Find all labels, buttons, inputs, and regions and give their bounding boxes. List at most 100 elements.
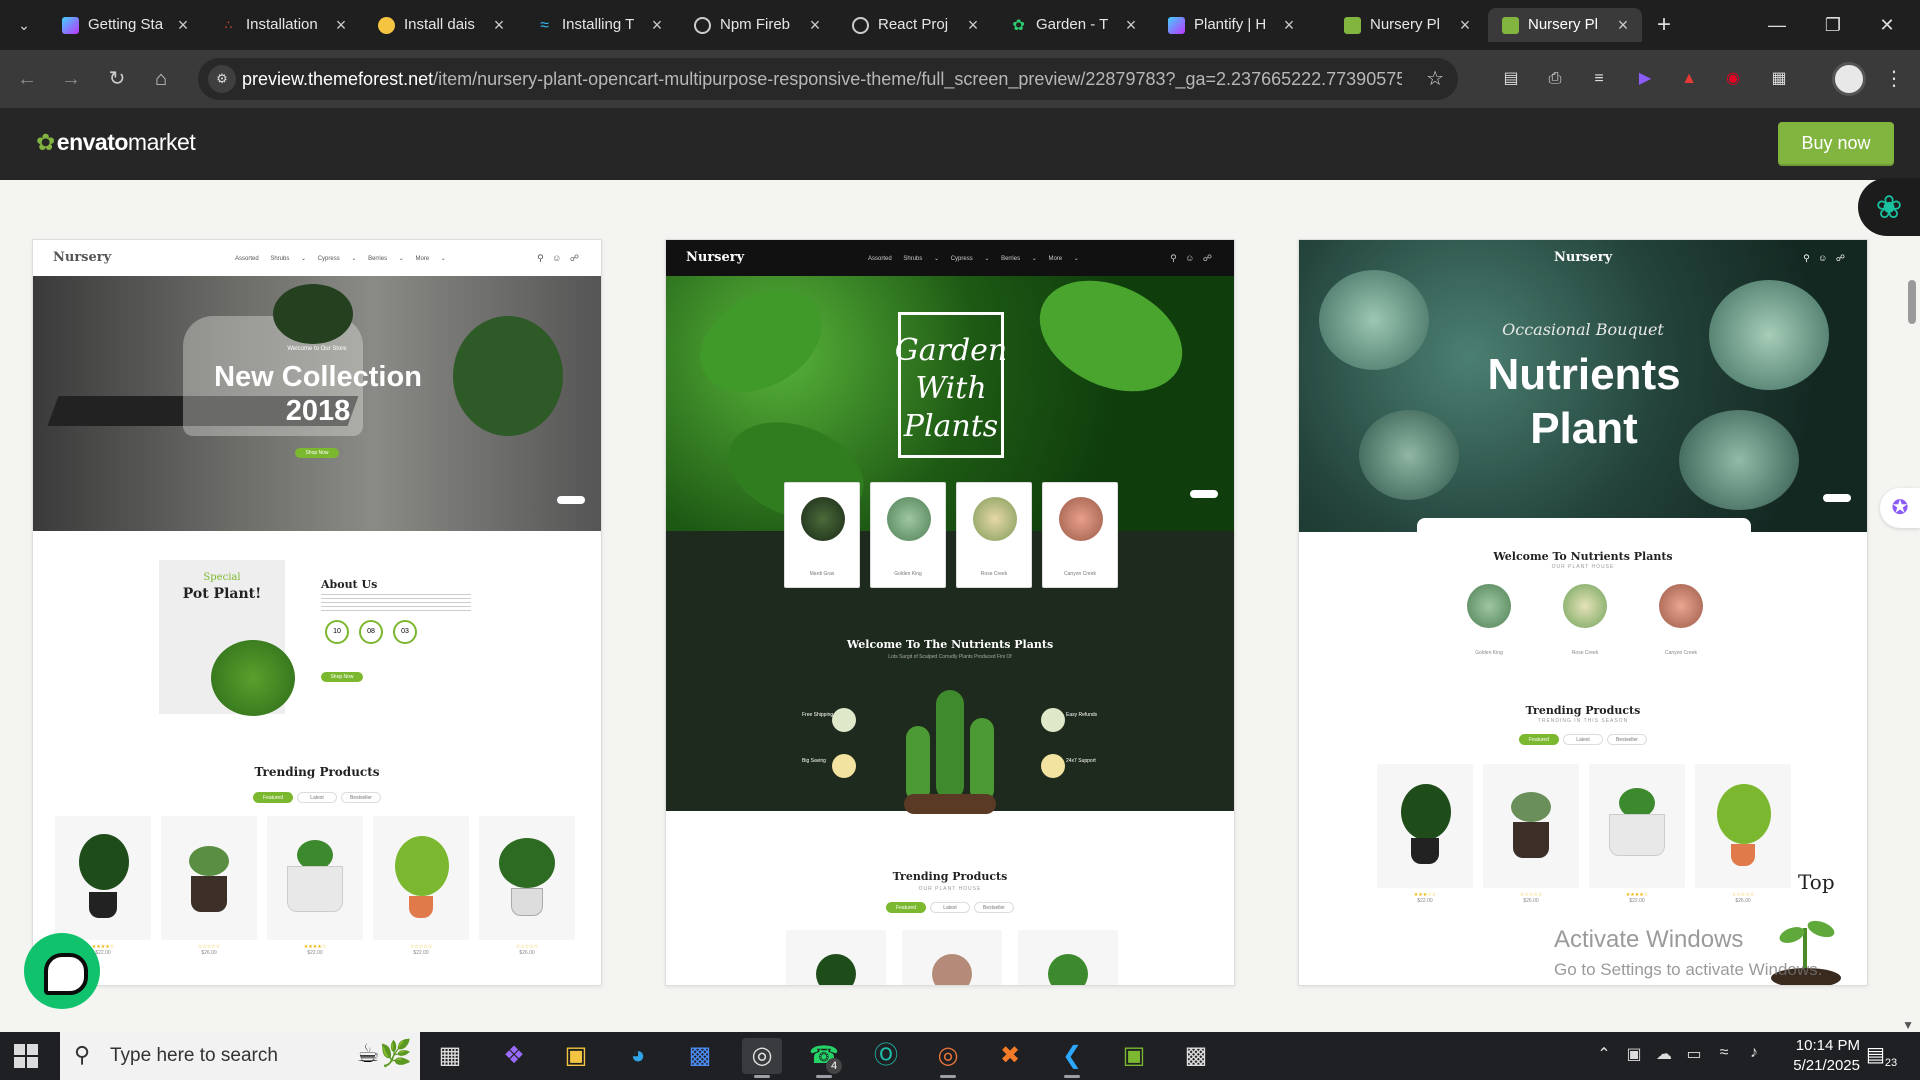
close-icon[interactable]: ×: [490, 8, 508, 42]
filter-latest[interactable]: Latest: [1563, 734, 1603, 745]
close-icon[interactable]: ×: [1614, 8, 1632, 42]
reading-list-icon[interactable]: ▤: [1498, 67, 1524, 91]
about-shop-button[interactable]: Shop Now: [321, 672, 363, 682]
tray-chevron-icon[interactable]: ⌃: [1592, 1044, 1616, 1064]
filter-featured[interactable]: Featured: [253, 792, 293, 803]
product-card[interactable]: [1589, 764, 1685, 888]
store-icon[interactable]: ▩: [680, 1038, 720, 1074]
site-info-icon[interactable]: ⚙: [208, 65, 236, 93]
buy-now-button[interactable]: Buy now: [1778, 122, 1894, 164]
tab-search-chevron-icon[interactable]: ⌄: [12, 13, 36, 37]
category-card[interactable]: Rose Creek: [956, 482, 1032, 588]
reload-button[interactable]: ↻: [102, 64, 132, 94]
tab-9-active[interactable]: Nursery Pl ×: [1488, 8, 1642, 42]
tab-5[interactable]: React Proj ×: [838, 8, 992, 42]
close-icon[interactable]: ×: [1280, 8, 1298, 42]
meet-now-icon[interactable]: ▣: [1622, 1044, 1646, 1064]
wifi-icon[interactable]: ≈: [1712, 1044, 1736, 1062]
notification-center-icon[interactable]: ▤23: [1866, 1042, 1897, 1069]
new-tab-button[interactable]: +: [1650, 10, 1678, 40]
category-card[interactable]: Mardi Gras: [784, 482, 860, 588]
extension-side-icon[interactable]: ✪: [1880, 488, 1920, 528]
page-scrollbar-thumb[interactable]: [1908, 280, 1916, 324]
chatgpt-sidebar-icon[interactable]: ❀: [1858, 178, 1920, 236]
terminal-icon[interactable]: ▩: [1176, 1038, 1216, 1074]
category-card[interactable]: Canyon Creek: [1042, 482, 1118, 588]
filter-latest[interactable]: Latest: [930, 902, 970, 913]
taskbar-search-box[interactable]: ⚲ Type here to search ☕🌿: [60, 1032, 420, 1080]
product-card[interactable]: [373, 816, 469, 940]
envato-market-logo[interactable]: ✿envatomarket: [36, 129, 196, 156]
filter-bestseller[interactable]: Bestseller: [1607, 734, 1647, 745]
file-explorer-icon[interactable]: ▣: [556, 1038, 596, 1074]
translate-icon[interactable]: ≡: [1586, 67, 1612, 91]
back-button[interactable]: ←: [12, 64, 42, 94]
close-icon[interactable]: ×: [174, 8, 192, 42]
close-window-button[interactable]: ✕: [1872, 10, 1902, 40]
close-icon[interactable]: ×: [648, 8, 666, 42]
chrome-icon[interactable]: ◎: [742, 1038, 782, 1078]
extensions-puzzle-icon[interactable]: ▦: [1766, 67, 1792, 91]
chat-widget-button[interactable]: [24, 933, 100, 1009]
chrome-profile-icon[interactable]: ◎: [928, 1038, 968, 1078]
profile-avatar[interactable]: [1832, 62, 1866, 96]
slider-dot[interactable]: [557, 496, 585, 504]
product-card[interactable]: [267, 816, 363, 940]
close-icon[interactable]: ×: [964, 8, 982, 42]
bookmark-star-icon[interactable]: ☆: [1426, 58, 1444, 100]
url-text[interactable]: preview.themeforest.net/item/nursery-pla…: [242, 58, 1402, 100]
scroll-down-arrow-icon[interactable]: ▼: [1902, 1018, 1914, 1032]
category-thumb[interactable]: [1659, 584, 1703, 628]
product-card[interactable]: [902, 930, 1002, 985]
product-card[interactable]: [1018, 930, 1118, 985]
forward-button[interactable]: →: [56, 64, 86, 94]
maximize-button[interactable]: ❐: [1818, 10, 1848, 40]
battery-icon[interactable]: ▭: [1682, 1044, 1706, 1064]
product-card[interactable]: [1377, 764, 1473, 888]
filter-bestseller[interactable]: Bestseller: [974, 902, 1014, 913]
close-icon[interactable]: ×: [806, 8, 824, 42]
browser-menu-icon[interactable]: ⋮: [1884, 66, 1904, 91]
whatsapp-icon[interactable]: ☎ 4: [804, 1038, 844, 1078]
tab-3[interactable]: ≈ Installing T ×: [522, 8, 676, 42]
pycharm-icon[interactable]: Ⓞ: [866, 1038, 906, 1074]
address-bar[interactable]: ⚙ preview.themeforest.net/item/nursery-p…: [198, 58, 1458, 100]
tab-7[interactable]: Plantify | H ×: [1154, 8, 1308, 42]
tab-4[interactable]: Npm Fireb ×: [680, 8, 834, 42]
category-card[interactable]: Golden King: [870, 482, 946, 588]
tab-1[interactable]: ∴ Installation ×: [206, 8, 360, 42]
product-card[interactable]: [1695, 764, 1791, 888]
close-icon[interactable]: ×: [1122, 8, 1140, 42]
category-thumb[interactable]: [1467, 584, 1511, 628]
copilot-icon[interactable]: ❖: [494, 1038, 534, 1074]
product-card[interactable]: [1483, 764, 1579, 888]
product-card[interactable]: [161, 816, 257, 940]
filter-bestseller[interactable]: Bestseller: [341, 792, 381, 803]
pinterest-icon[interactable]: ◉: [1720, 67, 1746, 91]
extension-printer-icon[interactable]: ⎙: [1542, 67, 1568, 91]
edge-icon[interactable]: ◕: [618, 1038, 658, 1074]
onedrive-icon[interactable]: ☁: [1652, 1044, 1676, 1064]
pdf-icon[interactable]: ▲: [1676, 67, 1702, 91]
product-card[interactable]: [479, 816, 575, 940]
close-icon[interactable]: ×: [1456, 8, 1474, 42]
image-editor-icon[interactable]: ▣: [1114, 1038, 1154, 1074]
back-to-top-link[interactable]: Top: [1798, 870, 1835, 894]
close-icon[interactable]: ×: [332, 8, 350, 42]
home-button[interactable]: ⌂: [146, 64, 176, 94]
tab-0[interactable]: Getting Sta ×: [48, 8, 202, 42]
product-card[interactable]: [55, 816, 151, 940]
minimize-button[interactable]: —: [1762, 10, 1792, 40]
task-view-icon[interactable]: ▦: [430, 1038, 470, 1074]
hero-shop-button[interactable]: Shop Now: [295, 448, 339, 458]
filter-featured[interactable]: Featured: [1519, 734, 1559, 745]
slider-dot[interactable]: [1823, 494, 1851, 502]
tab-2[interactable]: Install dais ×: [364, 8, 518, 42]
product-card[interactable]: [786, 930, 886, 985]
preview-card-1[interactable]: Nursery Assorted Shrubs ⌄ Cypress ⌄ Berr…: [32, 239, 602, 986]
xampp-icon[interactable]: ✖: [990, 1038, 1030, 1074]
windows-start-icon[interactable]: [14, 1044, 38, 1068]
slider-dot[interactable]: [1190, 490, 1218, 498]
vscode-icon[interactable]: ❮: [1052, 1038, 1092, 1078]
tab-6[interactable]: ✿ Garden - T ×: [996, 8, 1150, 42]
